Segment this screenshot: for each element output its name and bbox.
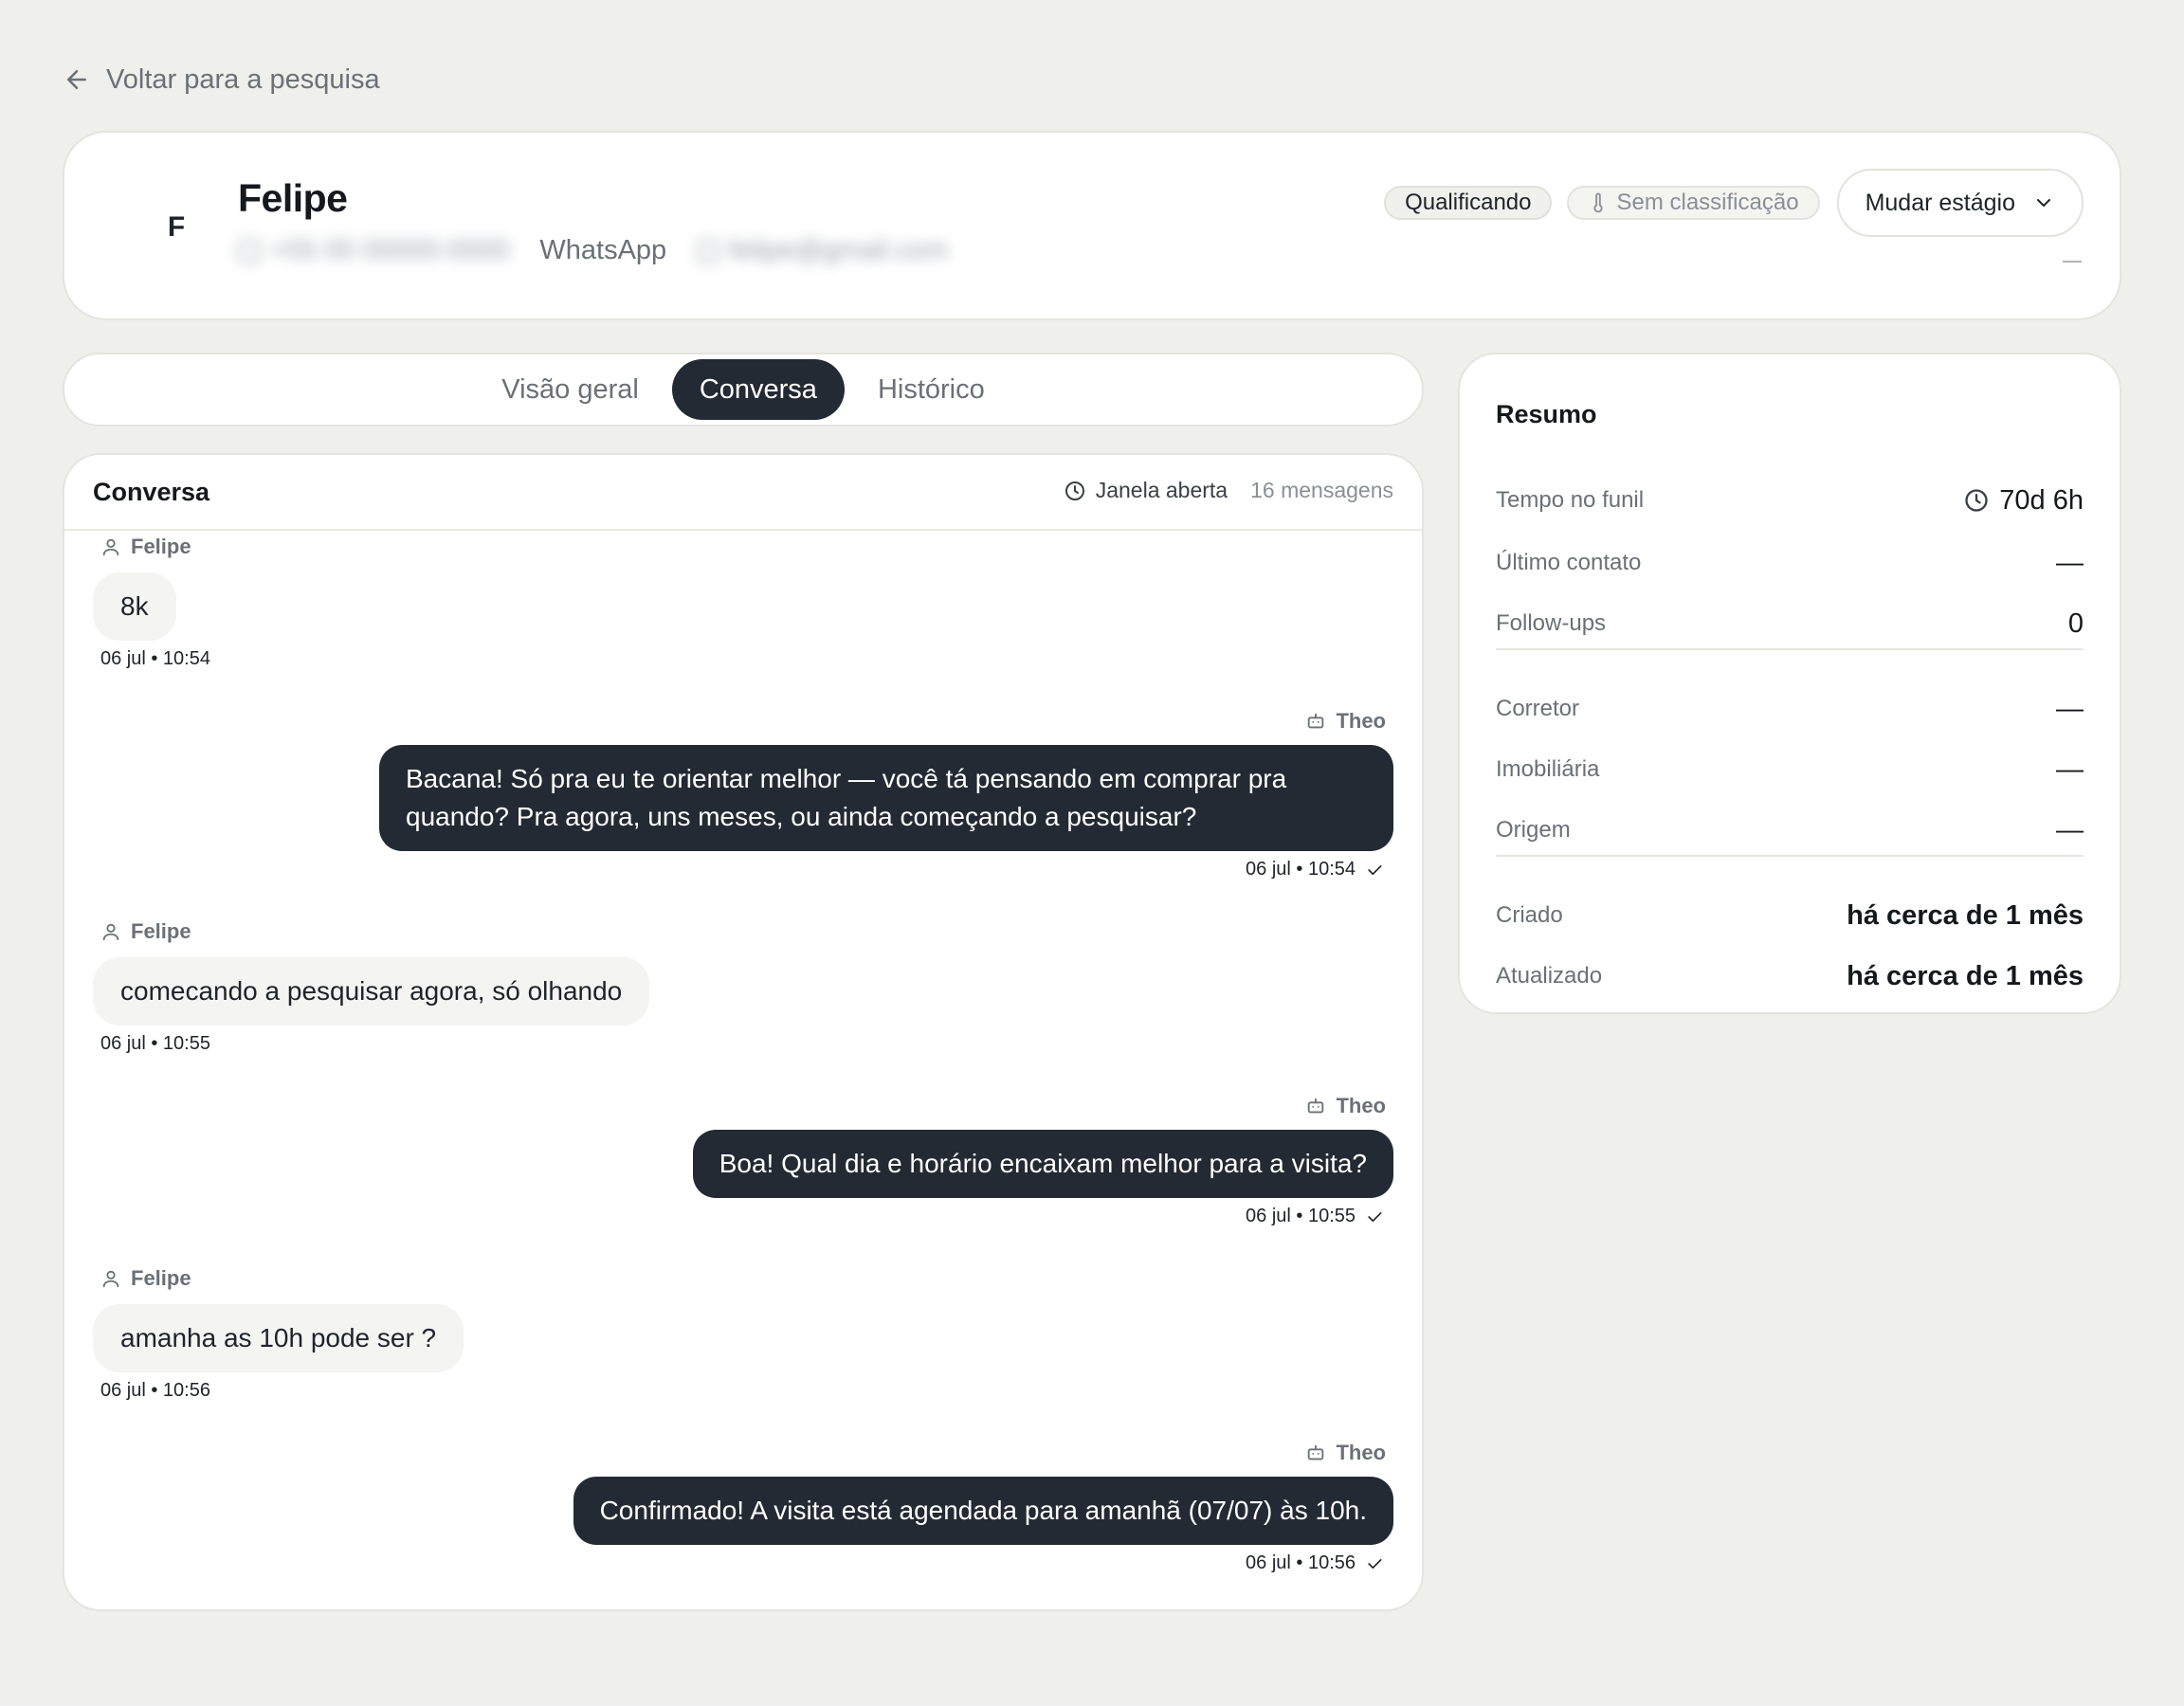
message-timestamp: 06 jul • 10:56 bbox=[1246, 1552, 1384, 1574]
summary-value: — bbox=[2056, 547, 2084, 578]
message-bubble-outgoing: Boa! Qual dia e horário encaixam melhor … bbox=[692, 1130, 1393, 1198]
thermometer-icon bbox=[1593, 192, 1604, 213]
message-bubble-outgoing: Bacana! Só pra eu te orientar melhor — v… bbox=[379, 745, 1393, 851]
lead-header-card: F Felipe +55 00 00000-0000 WhatsApp feli… bbox=[63, 131, 2121, 320]
summary-label: Follow-ups bbox=[1496, 610, 1607, 636]
temperature-badge: Sem classificação bbox=[1567, 186, 1820, 220]
check-icon bbox=[1368, 1211, 1382, 1222]
summary-value: 70d 6h bbox=[1963, 485, 2084, 517]
tab-overview[interactable]: Visão geral bbox=[474, 359, 666, 420]
summary-value: — bbox=[2056, 693, 2084, 724]
summary-row-created: Criado há cerca de 1 mês bbox=[1496, 897, 2084, 935]
message-sender: Theo bbox=[1305, 709, 1386, 734]
summary-row-origin: Origem — bbox=[1496, 811, 2084, 849]
summary-label: Criado bbox=[1496, 902, 1563, 928]
summary-value: 0 bbox=[2067, 608, 2084, 639]
header-placeholder-dash bbox=[2063, 261, 2082, 263]
summary-row-follow-ups: Follow-ups 0 bbox=[1496, 605, 2084, 643]
avatar: F bbox=[167, 211, 186, 243]
summary-row-funnel-time: Tempo no funil 70d 6h bbox=[1496, 481, 2084, 519]
summary-row-updated: Atualizado há cerca de 1 mês bbox=[1496, 957, 2084, 995]
summary-divider bbox=[1496, 648, 2084, 650]
chevron-down-icon bbox=[2037, 199, 2050, 207]
change-stage-button[interactable]: Mudar estágio bbox=[1836, 169, 2084, 237]
summary-label: Último contato bbox=[1496, 550, 1642, 575]
conversation-meta: Janela aberta 16 mensagens bbox=[1064, 478, 1393, 503]
message-timestamp: 06 jul • 10:55 bbox=[1246, 1206, 1384, 1227]
message-sender: Theo bbox=[1305, 1441, 1386, 1465]
stage-badge: Qualificando bbox=[1384, 186, 1553, 220]
channel-label: WhatsApp bbox=[539, 235, 667, 265]
header-actions: Qualificando Sem classificação Mudar est… bbox=[1384, 169, 2084, 237]
email-address: felipe@gmail.com bbox=[697, 235, 948, 266]
summary-label: Corretor bbox=[1496, 696, 1580, 721]
bot-icon bbox=[1308, 1444, 1324, 1461]
conversation-title: Conversa bbox=[93, 478, 210, 506]
summary-panel: Resumo Tempo no funil 70d 6h Último cont… bbox=[1458, 353, 2121, 1014]
bot-icon bbox=[1308, 713, 1324, 729]
message-timestamp: 06 jul • 10:55 bbox=[100, 1033, 210, 1054]
check-icon bbox=[1368, 864, 1382, 875]
summary-divider bbox=[1496, 855, 2084, 857]
message-bubble-incoming: 8k bbox=[93, 572, 176, 641]
summary-value: — bbox=[2056, 753, 2084, 785]
summary-value: — bbox=[2056, 814, 2084, 845]
message-sender: Felipe bbox=[100, 1266, 191, 1291]
phone-number: +55 00 00000-0000 bbox=[238, 235, 509, 266]
summary-row-last-contact: Último contato — bbox=[1496, 544, 2084, 582]
clock-icon bbox=[1065, 481, 1084, 500]
lead-name: Felipe bbox=[238, 176, 348, 220]
conversation-panel: Conversa Janela aberta 16 mensagens Feli… bbox=[63, 453, 1424, 1611]
summary-row-agency: Imobiliária — bbox=[1496, 751, 2084, 789]
back-link-label: Voltar para a pesquisa bbox=[106, 64, 380, 95]
message-count: 16 mensagens bbox=[1250, 478, 1393, 502]
tab-history[interactable]: Histórico bbox=[850, 359, 1012, 420]
message-timestamp: 06 jul • 10:54 bbox=[100, 648, 210, 669]
message-bubble-incoming: comecando a pesquisar agora, só olhando bbox=[93, 957, 650, 1025]
summary-label: Origem bbox=[1496, 817, 1571, 843]
message-timestamp: 06 jul • 10:54 bbox=[1246, 859, 1384, 880]
summary-value: há cerca de 1 mês bbox=[1847, 899, 2084, 931]
message-bubble-outgoing: Confirmado! A visita está agendada para … bbox=[573, 1477, 1393, 1545]
user-icon bbox=[102, 1270, 119, 1288]
user-icon bbox=[102, 538, 119, 556]
back-to-search-link[interactable]: Voltar para a pesquisa bbox=[63, 61, 380, 99]
window-status: Janela aberta bbox=[1064, 478, 1228, 503]
summary-value: há cerca de 1 mês bbox=[1847, 960, 2084, 991]
tab-bar: Visão geral Conversa Histórico bbox=[63, 353, 1424, 426]
message-sender: Felipe bbox=[100, 919, 191, 944]
message-bubble-incoming: amanha as 10h pode ser ? bbox=[93, 1304, 464, 1372]
message-sender: Theo bbox=[1305, 1094, 1386, 1118]
arrow-left-icon bbox=[67, 70, 86, 89]
user-icon bbox=[102, 923, 119, 941]
summary-row-broker: Corretor — bbox=[1496, 690, 2084, 728]
summary-title: Resumo bbox=[1496, 400, 1597, 428]
summary-label: Atualizado bbox=[1496, 963, 1603, 989]
conversation-header: Conversa Janela aberta 16 mensagens bbox=[64, 455, 1422, 531]
summary-label: Imobiliária bbox=[1496, 756, 1600, 782]
phone-icon bbox=[238, 239, 261, 263]
bot-icon bbox=[1308, 1098, 1324, 1114]
clock-icon bbox=[1965, 489, 1988, 512]
summary-label: Tempo no funil bbox=[1496, 487, 1645, 513]
mail-icon bbox=[697, 239, 720, 263]
message-sender: Felipe bbox=[100, 535, 191, 559]
message-timestamp: 06 jul • 10:56 bbox=[100, 1380, 210, 1401]
check-icon bbox=[1368, 1558, 1382, 1569]
contact-row: +55 00 00000-0000 WhatsApp felipe@gmail.… bbox=[238, 235, 948, 266]
tab-conversation[interactable]: Conversa bbox=[671, 359, 845, 420]
